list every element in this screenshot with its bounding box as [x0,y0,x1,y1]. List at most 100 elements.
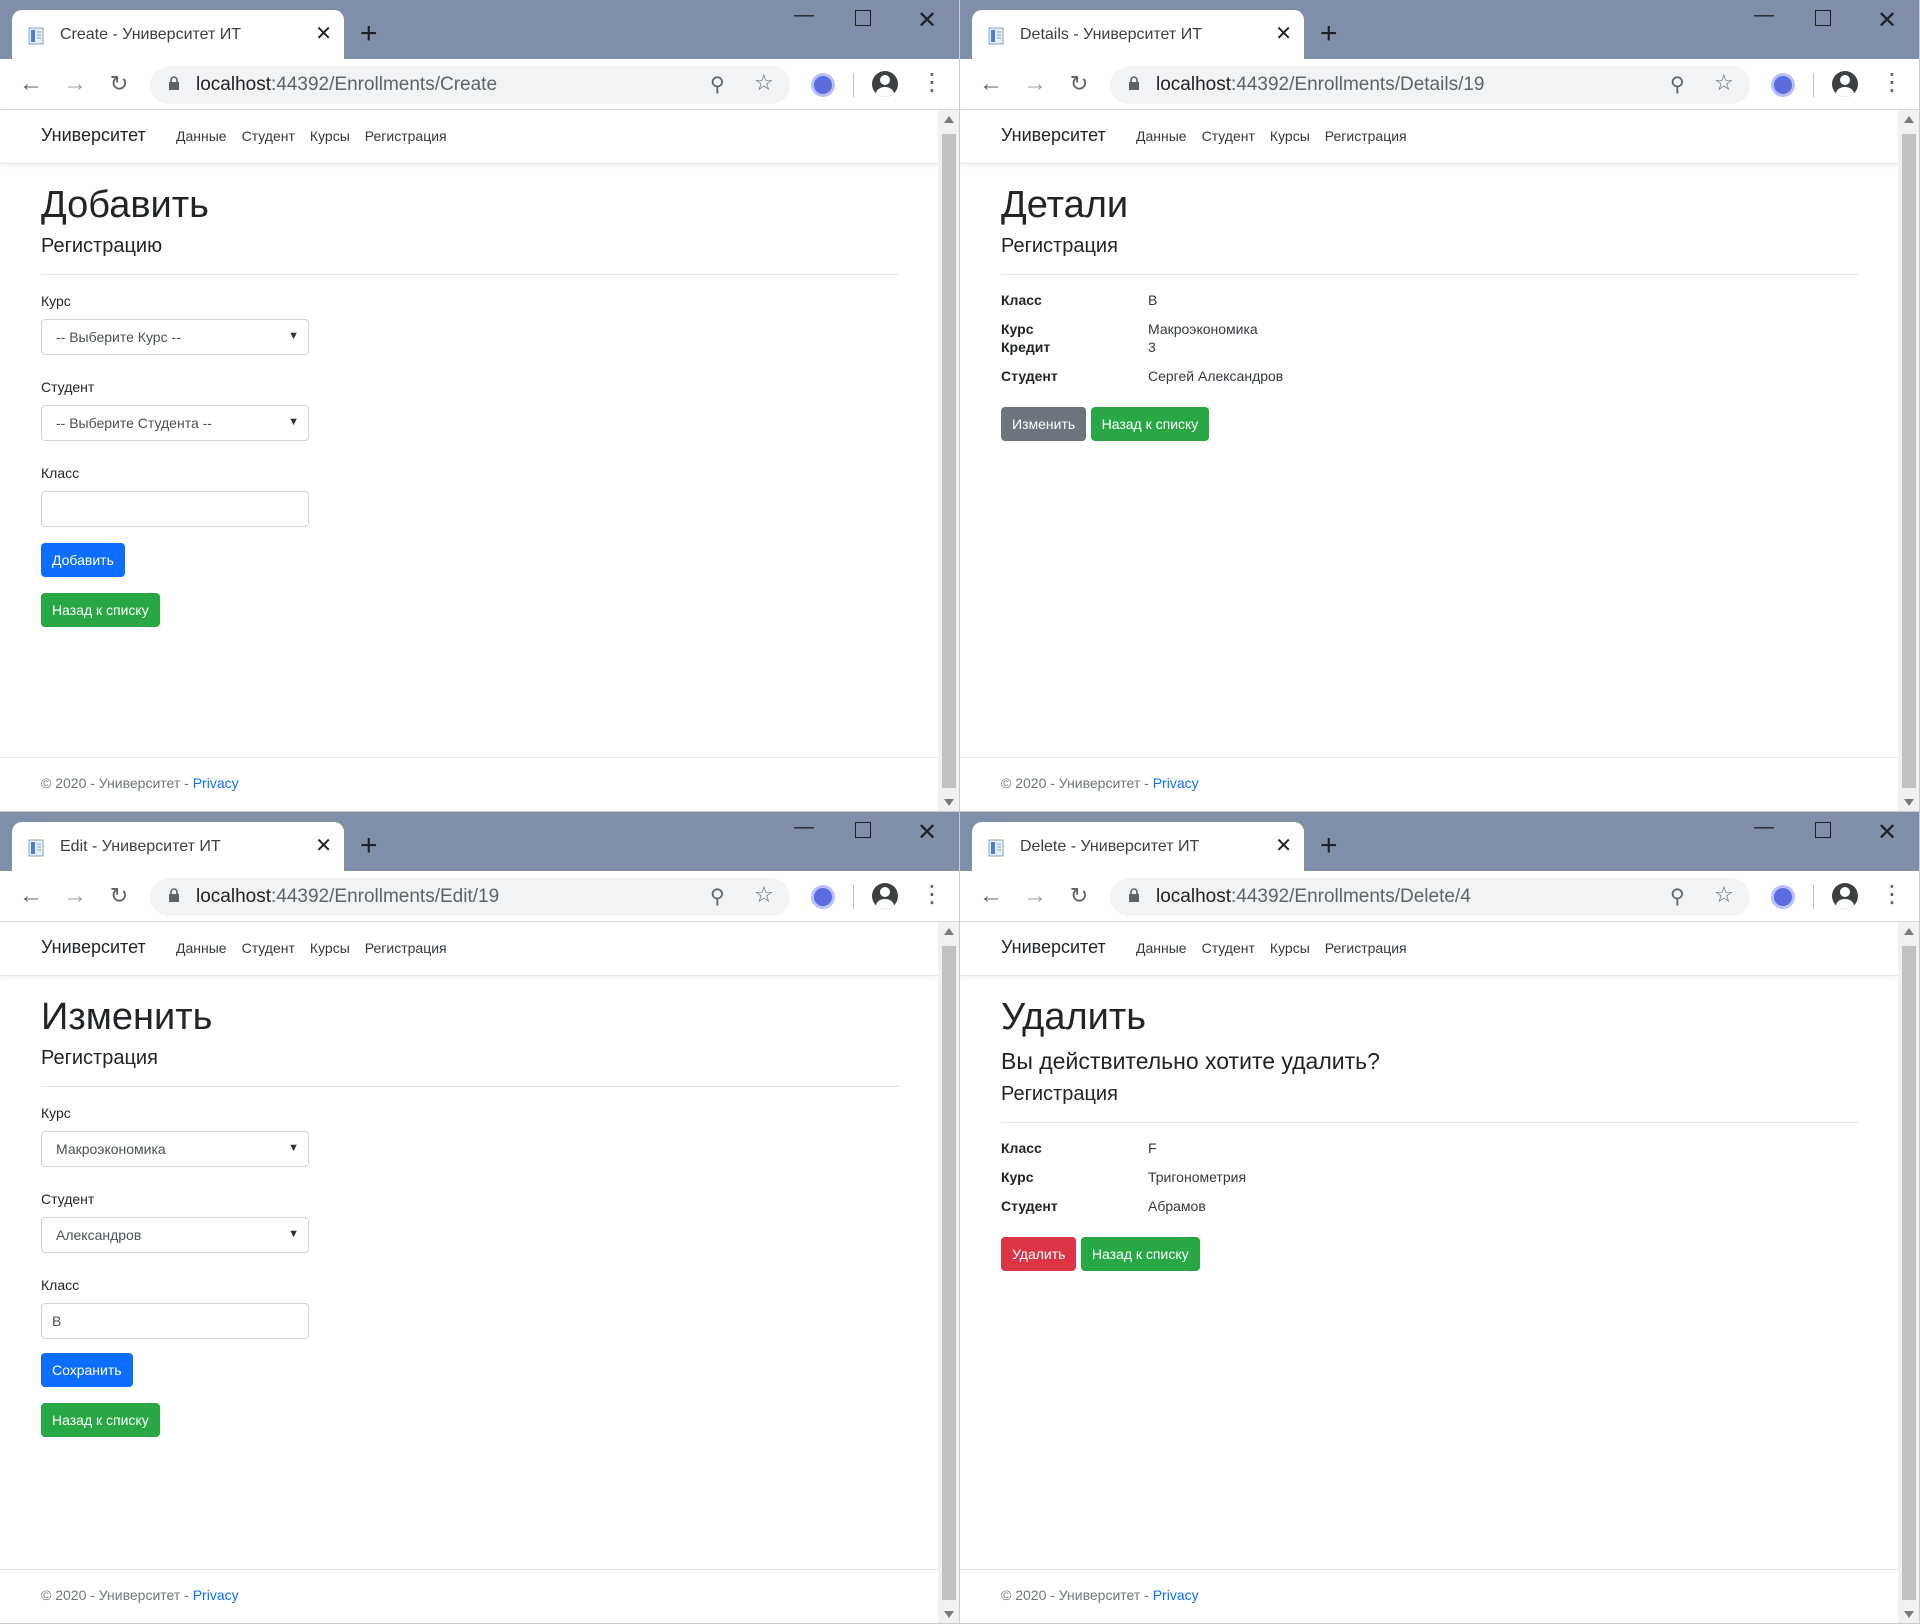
arrow-left-icon[interactable]: ← [976,881,1006,911]
zoom-icon[interactable]: ⚲ [1670,72,1685,97]
reload-icon[interactable]: ↻ [104,69,134,99]
nav-link-enrollment[interactable]: Регистрация [365,128,447,144]
privacy-link[interactable]: Privacy [193,775,239,791]
star-icon[interactable]: ☆ [754,882,774,908]
arrow-left-icon[interactable]: ← [16,881,46,911]
arrow-right-icon[interactable]: → [60,881,90,911]
scroll-thumb[interactable] [1902,134,1916,788]
star-icon[interactable]: ☆ [1714,882,1734,908]
extension-icon[interactable] [1771,885,1795,909]
address-bar[interactable]: localhost:44392/Enrollments/Edit/19 ⚲ ☆ [150,878,790,916]
privacy-link[interactable]: Privacy [1153,1587,1199,1603]
scroll-down-icon[interactable] [1904,799,1914,806]
address-bar[interactable]: localhost:44392/Enrollments/Create ⚲ ☆ [150,66,790,104]
kebab-menu-icon[interactable]: ⋮ [920,71,944,95]
edit-button[interactable]: Изменить [1001,407,1087,441]
vertical-scrollbar[interactable] [938,922,959,1623]
grade-input[interactable] [41,491,309,527]
nav-link-enrollment[interactable]: Регистрация [365,940,447,956]
back-to-list-button[interactable]: Назад к списку [1090,407,1210,441]
arrow-right-icon[interactable]: → [60,69,90,99]
zoom-icon[interactable]: ⚲ [1670,884,1685,909]
profile-icon[interactable] [872,71,898,97]
nav-link-enrollment[interactable]: Регистрация [1325,128,1407,144]
address-bar[interactable]: localhost:44392/Enrollments/Details/19 ⚲… [1110,66,1750,104]
browser-tab[interactable]: Create - Университет ИТ ✕ [12,10,344,59]
zoom-icon[interactable]: ⚲ [710,72,725,97]
scroll-thumb[interactable] [942,134,956,788]
vertical-scrollbar[interactable] [1898,922,1919,1623]
arrow-left-icon[interactable]: ← [976,69,1006,99]
extension-icon[interactable] [811,73,835,97]
address-bar[interactable]: localhost:44392/Enrollments/Delete/4 ⚲ ☆ [1110,878,1750,916]
arrow-right-icon[interactable]: → [1020,69,1050,99]
nav-link-student[interactable]: Студент [242,940,295,956]
reload-icon[interactable]: ↻ [104,881,134,911]
nav-link-data[interactable]: Данные [176,940,227,956]
nav-link-student[interactable]: Студент [1202,940,1255,956]
profile-icon[interactable] [872,883,898,909]
browser-tab[interactable]: Details - Университет ИТ ✕ [972,10,1304,59]
profile-icon[interactable] [1832,883,1858,909]
new-tab-icon[interactable]: + [1320,19,1338,49]
delete-button[interactable]: Удалить [1001,1237,1077,1271]
nav-link-data[interactable]: Данные [1136,940,1187,956]
scroll-up-icon[interactable] [1904,116,1914,123]
kebab-menu-icon[interactable]: ⋮ [1880,71,1904,95]
zoom-icon[interactable]: ⚲ [710,884,725,909]
save-button[interactable]: Сохранить [41,1353,133,1387]
maximize-icon[interactable] [855,10,871,26]
scroll-thumb[interactable] [1902,946,1916,1600]
extension-icon[interactable] [811,885,835,909]
nav-link-student[interactable]: Студент [242,128,295,144]
back-to-list-button[interactable]: Назад к списку [41,593,160,627]
nav-link-data[interactable]: Данные [176,128,227,144]
window-close-icon[interactable]: ✕ [1877,6,1897,35]
scroll-up-icon[interactable] [944,116,954,123]
maximize-icon[interactable] [1815,10,1831,26]
grade-input[interactable]: B [41,1303,309,1339]
scroll-down-icon[interactable] [944,799,954,806]
browser-tab[interactable]: Delete - Университет ИТ ✕ [972,822,1304,871]
scroll-down-icon[interactable] [1904,1611,1914,1618]
course-select[interactable]: Макроэкономика ▼ [41,1131,309,1167]
minimize-icon[interactable]: — [794,816,814,839]
nav-link-courses[interactable]: Курсы [1270,940,1310,956]
scroll-thumb[interactable] [942,946,956,1600]
nav-link-courses[interactable]: Курсы [310,940,350,956]
nav-link-courses[interactable]: Курсы [310,128,350,144]
kebab-menu-icon[interactable]: ⋮ [1880,883,1904,907]
add-button[interactable]: Добавить [41,543,125,577]
reload-icon[interactable]: ↻ [1064,881,1094,911]
window-close-icon[interactable]: ✕ [917,6,937,35]
scroll-up-icon[interactable] [1904,928,1914,935]
navbar-brand[interactable]: Университет [1001,125,1106,146]
nav-link-data[interactable]: Данные [1136,128,1187,144]
minimize-icon[interactable]: — [794,4,814,27]
tab-close-icon[interactable]: ✕ [1275,836,1292,856]
back-to-list-button[interactable]: Назад к списку [41,1403,160,1437]
scroll-up-icon[interactable] [944,928,954,935]
back-to-list-button[interactable]: Назад к списку [1080,1237,1200,1271]
kebab-menu-icon[interactable]: ⋮ [920,883,944,907]
nav-link-courses[interactable]: Курсы [1270,128,1310,144]
tab-close-icon[interactable]: ✕ [315,24,332,44]
star-icon[interactable]: ☆ [754,70,774,96]
arrow-left-icon[interactable]: ← [16,69,46,99]
arrow-right-icon[interactable]: → [1020,881,1050,911]
vertical-scrollbar[interactable] [938,110,959,811]
navbar-brand[interactable]: Университет [1001,937,1106,958]
course-select[interactable]: -- Выберите Курс -- ▼ [41,319,309,355]
reload-icon[interactable]: ↻ [1064,69,1094,99]
minimize-icon[interactable]: — [1754,4,1774,27]
tab-close-icon[interactable]: ✕ [315,836,332,856]
privacy-link[interactable]: Privacy [193,1587,239,1603]
maximize-icon[interactable] [855,822,871,838]
window-close-icon[interactable]: ✕ [917,818,937,847]
nav-link-student[interactable]: Студент [1202,128,1255,144]
nav-link-enrollment[interactable]: Регистрация [1325,940,1407,956]
new-tab-icon[interactable]: + [360,19,378,49]
student-select[interactable]: Александров ▼ [41,1217,309,1253]
profile-icon[interactable] [1832,71,1858,97]
privacy-link[interactable]: Privacy [1153,775,1199,791]
